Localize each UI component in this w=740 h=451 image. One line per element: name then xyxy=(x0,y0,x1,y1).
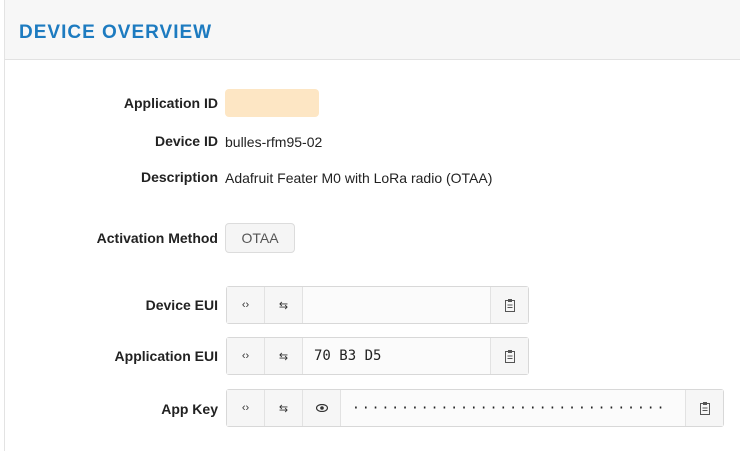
page-title: DEVICE OVERVIEW xyxy=(19,22,213,43)
application-id-label: Application ID xyxy=(123,95,218,111)
app-key-field: ‹› ⇆ ································ xyxy=(226,389,724,427)
activation-method-badge: OTAA xyxy=(225,223,295,253)
description-label: Description xyxy=(140,169,218,185)
panel-header: DEVICE OVERVIEW xyxy=(5,0,740,60)
device-eui-value[interactable] xyxy=(303,287,490,323)
application-eui-field: ‹› ⇆ 70 B3 D5 xyxy=(226,337,529,375)
description-value: Adafruit Feater M0 with LoRa radio (OTAA… xyxy=(225,170,493,186)
eye-icon[interactable] xyxy=(303,390,341,426)
clipboard-icon[interactable] xyxy=(685,390,723,426)
device-id-label: Device ID xyxy=(154,133,218,149)
application-eui-label: Application EUI xyxy=(114,348,218,364)
app-key-value[interactable]: ································ xyxy=(341,390,685,426)
device-eui-field: ‹› ⇆ xyxy=(226,286,529,324)
app-key-label: App Key xyxy=(161,401,218,417)
device-overview-panel: DEVICE OVERVIEW xyxy=(4,0,740,451)
toggle-format-code-icon[interactable]: ‹› xyxy=(227,390,265,426)
device-id-value: bulles-rfm95-02 xyxy=(225,134,323,150)
clipboard-icon[interactable] xyxy=(490,287,528,323)
swap-byte-order-icon[interactable]: ⇆ xyxy=(265,338,303,374)
swap-byte-order-icon[interactable]: ⇆ xyxy=(265,390,303,426)
device-eui-label: Device EUI xyxy=(145,297,218,313)
toggle-format-code-icon[interactable]: ‹› xyxy=(227,338,265,374)
swap-byte-order-icon[interactable]: ⇆ xyxy=(265,287,303,323)
toggle-format-code-icon[interactable]: ‹› xyxy=(227,287,265,323)
activation-method-label: Activation Method xyxy=(96,230,218,246)
application-id-value xyxy=(225,89,319,117)
application-eui-value[interactable]: 70 B3 D5 xyxy=(303,338,490,374)
clipboard-icon[interactable] xyxy=(490,338,528,374)
